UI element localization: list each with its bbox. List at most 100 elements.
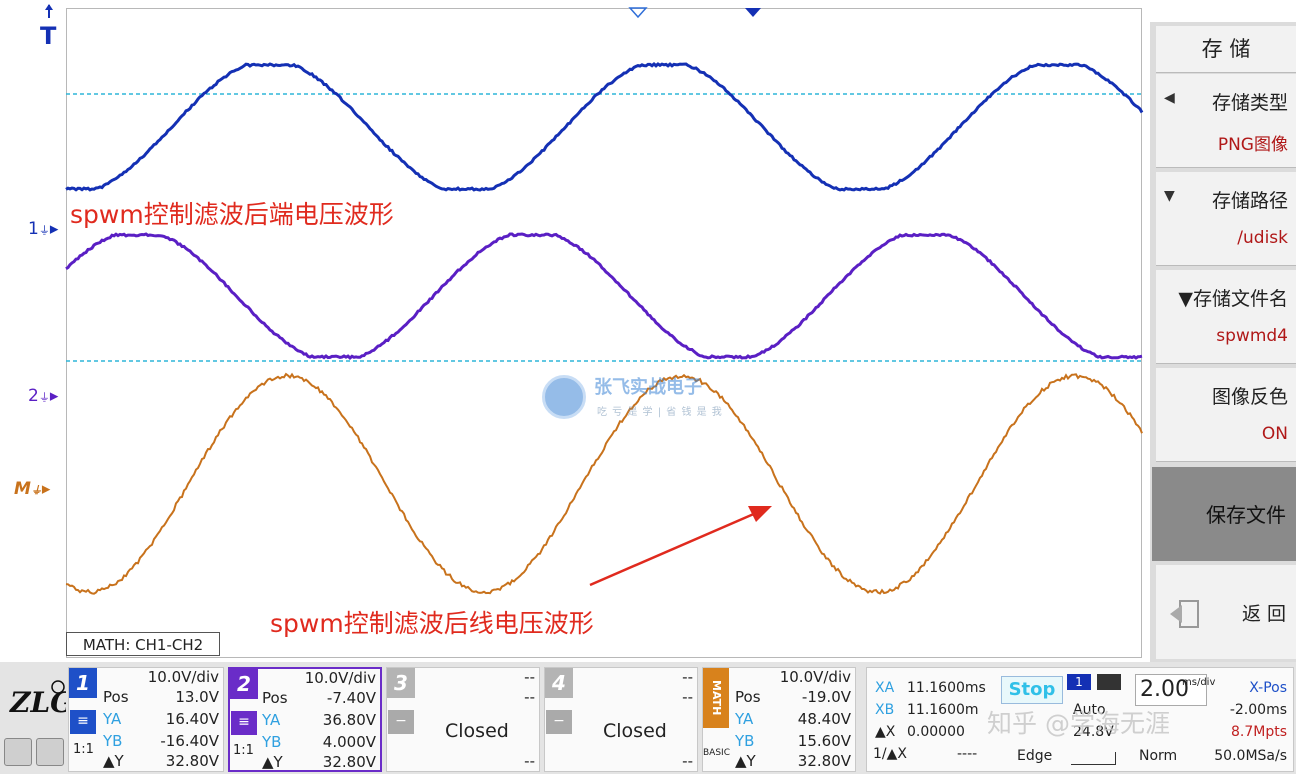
trigger-type: Edge — [1017, 748, 1052, 764]
cursor-dx: 0.00000 — [907, 724, 965, 740]
ch2-waveform — [66, 234, 1142, 358]
waveform-screen: T 1⏚▸ 2⏚▸ M⏚▸ spwm控制滤波后端电压波形 spwm控制滤波后线电… — [0, 0, 1148, 662]
ch2-scale: 10.0V/div — [305, 669, 376, 687]
trigger-channel: 1 — [1067, 674, 1091, 690]
ch1-dy-label: ▲Y — [103, 752, 124, 770]
svg-text:ZLG: ZLG — [9, 686, 66, 719]
ch3-coupling-icon: − — [388, 710, 414, 734]
cursor-dx-label: ▲X — [875, 724, 895, 740]
menu-item-value: ON — [1262, 424, 1288, 444]
math-basic: BASIC — [703, 748, 730, 758]
cursor-inv-label: 1/▲X — [873, 746, 907, 762]
ch1-ground-marker: 1⏚▸ — [28, 219, 58, 239]
math-ground-marker: M⏚▸ — [14, 479, 50, 499]
save-file-label: 保存文件 — [1206, 499, 1286, 528]
math-scale: 10.0V/div — [780, 668, 851, 686]
math-ya: 48.40V — [798, 710, 851, 728]
annotation-arrow — [590, 513, 756, 585]
ch2-yb: 4.000V — [323, 733, 376, 751]
ch3-dash-3: -- — [524, 752, 535, 770]
ch2-coupling-icon: ≡ — [231, 711, 257, 735]
cursor-status-panel[interactable]: XA 11.1600ms XB 11.1600m ▲X 0.00000 1/▲X… — [866, 667, 1294, 772]
cursor-xb: 11.1600m — [907, 702, 979, 718]
back-button[interactable]: 返 回 — [1156, 565, 1296, 659]
screenshot-icon[interactable] — [4, 738, 32, 766]
cursor-xa: 11.1600ms — [907, 680, 986, 696]
menu-item-invert-color[interactable]: 图像反色 ON — [1156, 368, 1296, 462]
ch4-dash-2: -- — [682, 688, 693, 706]
watermark-subtitle: 吃 亏 是 学 | 省 钱 是 我 — [597, 403, 723, 418]
menu-title: 存 储 — [1156, 26, 1296, 73]
ch1-ya: 16.40V — [166, 710, 219, 728]
math-yb: 15.60V — [798, 732, 851, 750]
timebase-box[interactable]: 2.00 ms/div — [1135, 674, 1207, 706]
menu-item-label: 图像反色 — [1212, 382, 1288, 409]
menu-item-storage-path[interactable]: ▼ 存储路径 /udisk — [1156, 172, 1296, 266]
time-ref-marker-icon — [630, 8, 646, 17]
ch2-ya-label: YA — [262, 711, 280, 729]
trigger-marker: T — [40, 22, 56, 50]
ch3-panel[interactable]: 3 -- -- − Closed -- — [386, 667, 540, 772]
menu-item-label: 存储类型 — [1212, 88, 1288, 115]
menu-item-label: 存储路径 — [1212, 186, 1288, 213]
ch4-coupling-icon: − — [546, 710, 572, 734]
stop-button[interactable]: Stop — [1001, 676, 1063, 704]
zlg-logo-icon: ZLG — [8, 678, 66, 720]
chevron-left-icon: ◀ — [1164, 90, 1175, 106]
back-arrow-icon — [1166, 595, 1206, 635]
cursor-inv: ---- — [957, 746, 977, 762]
save-file-button[interactable]: 保存文件 — [1152, 467, 1296, 561]
memory-depth: 8.7Mpts — [1231, 724, 1287, 740]
watermark-logo-icon — [542, 375, 586, 419]
math-label: MATH: CH1-CH2 — [66, 632, 220, 656]
ch2-pos-label: Pos — [262, 689, 288, 707]
ch1-dy: 32.80V — [166, 752, 219, 770]
ch1-yb-label: YB — [103, 732, 122, 750]
menu-item-file-name[interactable]: ▼存储文件名 spwmd4 — [1156, 270, 1296, 364]
ch2-number: 2 — [230, 669, 258, 699]
timebase-unit: ms/div — [1182, 677, 1202, 688]
rising-edge-icon — [1071, 752, 1116, 765]
watermark-title: 张飞实战电子 — [594, 373, 702, 399]
watermark: 张飞实战电子 吃 亏 是 学 | 省 钱 是 我 — [542, 373, 762, 425]
ch1-waveform — [66, 64, 1142, 190]
math-panel[interactable]: MATH 10.0V/div Pos -19.0V YA 48.40V YB 1… — [702, 667, 856, 772]
ch1-number: 1 — [69, 668, 97, 698]
brand-logo: ZLG — [8, 678, 64, 718]
ch1-coupling-icon: ≡ — [70, 710, 96, 734]
math-tag: MATH — [703, 668, 729, 728]
ch4-panel[interactable]: 4 -- -- − Closed -- — [544, 667, 698, 772]
acq-mode: Norm — [1139, 748, 1177, 764]
battery-icon — [1097, 674, 1121, 690]
ch1-ratio: 1:1 — [73, 742, 94, 757]
zhihu-watermark: 知乎 @学海无涯 — [987, 704, 1170, 740]
ch2-panel[interactable]: 2 10.0V/div Pos -7.40V ≡ YA 36.80V YB 4.… — [228, 667, 382, 772]
ch1-panel[interactable]: 1 10.0V/div Pos 13.0V ≡ YA 16.40V YB -16… — [68, 667, 224, 772]
xpos-label: X-Pos — [1249, 680, 1287, 696]
ch1-ya-label: YA — [103, 710, 121, 728]
ch2-pos: -7.40V — [327, 689, 376, 707]
math-ya-label: YA — [735, 710, 753, 728]
math-dy: 32.80V — [798, 752, 851, 770]
back-label: 返 回 — [1242, 599, 1286, 626]
trigger-position-marker-icon — [745, 8, 761, 17]
ch4-dash-3: -- — [682, 752, 693, 770]
ch2-ratio: 1:1 — [233, 743, 254, 758]
math-yb-label: YB — [735, 732, 754, 750]
sample-rate: 50.0MSa/s — [1214, 748, 1287, 764]
cursor-xb-label: XB — [875, 702, 894, 718]
menu-item-value: /udisk — [1237, 228, 1288, 248]
ch2-ya: 36.80V — [323, 711, 376, 729]
ch2-ground-marker: 2⏚▸ — [28, 386, 58, 406]
math-pos: -19.0V — [802, 688, 851, 706]
waveform-svg — [0, 0, 1148, 662]
ch3-status: Closed — [445, 720, 509, 742]
menu-item-storage-type[interactable]: ◀ 存储类型 PNG图像 — [1156, 74, 1296, 168]
ch3-dash-1: -- — [524, 668, 535, 686]
ch4-number: 4 — [545, 668, 573, 698]
ch3-dash-2: -- — [524, 688, 535, 706]
ch1-yb: -16.40V — [160, 732, 219, 750]
trigger-arrow-head-icon — [45, 4, 53, 10]
touch-icon[interactable] — [36, 738, 64, 766]
math-pos-label: Pos — [735, 688, 761, 706]
